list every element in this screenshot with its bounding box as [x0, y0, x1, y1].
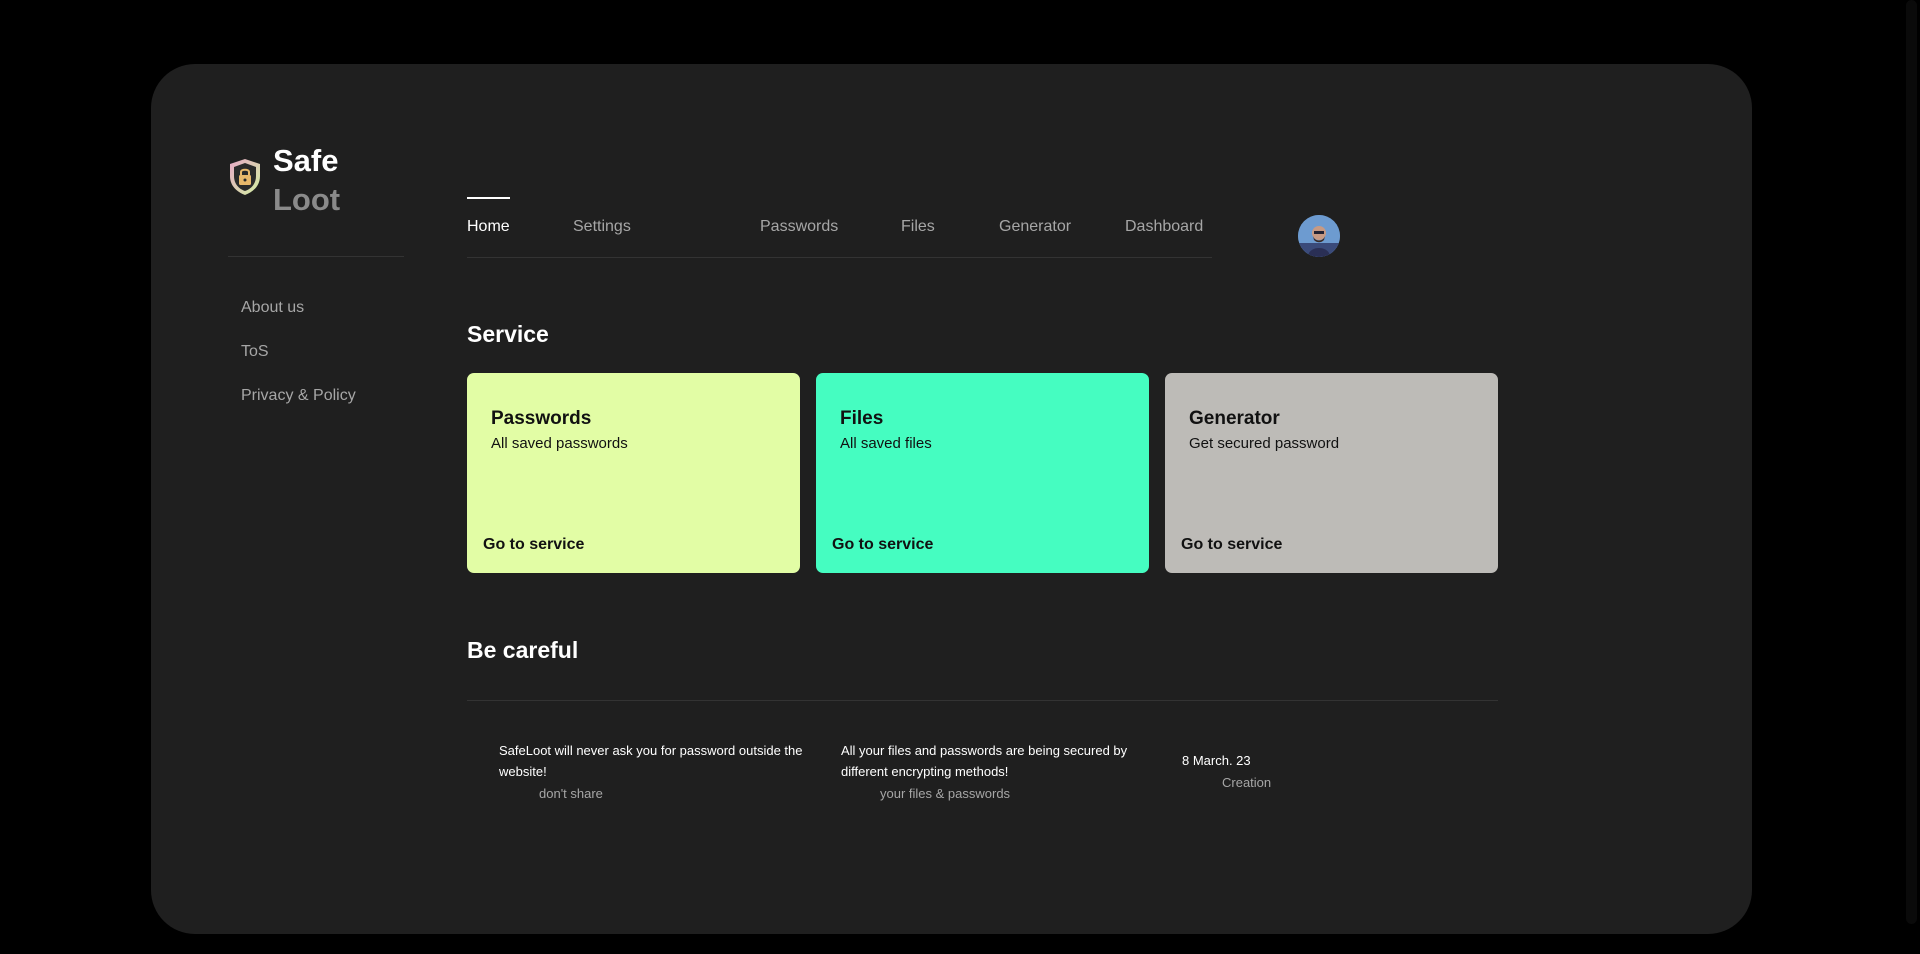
card-title: Generator — [1189, 408, 1280, 429]
avatar[interactable] — [1298, 215, 1340, 257]
card-desc: Get secured password — [1189, 435, 1340, 452]
go-to-service-link[interactable]: Go to service — [832, 536, 933, 554]
card-passwords[interactable]: Passwords All saved passwords Go to serv… — [467, 373, 800, 573]
card-generator[interactable]: Generator Get secured password Go to ser… — [1165, 373, 1498, 573]
nav-item-home[interactable]: Home — [467, 218, 510, 236]
nav-item-passwords[interactable]: Passwords — [760, 218, 838, 236]
sidebar-links: About us ToS Privacy & Policy — [241, 298, 356, 430]
card-desc: All saved passwords — [491, 435, 628, 452]
nav-active-indicator — [467, 197, 510, 199]
info-never-ask-sub: don't share — [539, 786, 603, 801]
card-desc: All saved files — [840, 435, 932, 452]
careful-divider — [467, 700, 1498, 701]
app-window: Safe Loot About us ToS Privacy & Policy … — [151, 64, 1752, 934]
info-never-ask-text: SafeLoot will never ask you for password… — [499, 743, 803, 779]
logo-line-safe: Safe — [273, 143, 339, 178]
nav-item-settings[interactable]: Settings — [573, 218, 631, 236]
logo-text: Safe Loot — [273, 141, 340, 219]
scrollbar-thumb[interactable] — [1906, 0, 1917, 924]
nav-item-dashboard[interactable]: Dashboard — [1125, 218, 1203, 236]
card-files[interactable]: Files All saved files Go to service — [816, 373, 1149, 573]
go-to-service-link[interactable]: Go to service — [1181, 536, 1282, 554]
page-scrollbar[interactable] — [1903, 0, 1920, 954]
logo[interactable]: Safe Loot — [228, 141, 340, 219]
info-creation-date: 8 March. 23 — [1182, 753, 1251, 768]
sidebar-link-privacy-policy[interactable]: Privacy & Policy — [241, 386, 356, 430]
service-title: Service — [467, 321, 549, 347]
info-secured-sub: your files & passwords — [880, 786, 1011, 801]
info-creation-label: Creation — [1222, 775, 1272, 790]
top-nav: Home Settings Passwords Files Generator … — [467, 197, 1212, 258]
shield-lock-icon — [230, 159, 260, 195]
info-secured-text: All your files and passwords are being s… — [841, 743, 1128, 779]
be-careful-title: Be careful — [467, 637, 579, 663]
sidebar-link-tos[interactable]: ToS — [241, 342, 356, 386]
sidebar-divider — [228, 256, 404, 257]
sidebar-link-about-us[interactable]: About us — [241, 298, 356, 342]
card-title: Files — [840, 408, 884, 429]
card-title: Passwords — [491, 408, 592, 429]
avatar-image — [1298, 215, 1340, 257]
logo-line-loot: Loot — [273, 182, 341, 217]
nav-item-files[interactable]: Files — [901, 218, 935, 236]
nav-item-generator[interactable]: Generator — [999, 218, 1071, 236]
go-to-service-link[interactable]: Go to service — [483, 536, 584, 554]
